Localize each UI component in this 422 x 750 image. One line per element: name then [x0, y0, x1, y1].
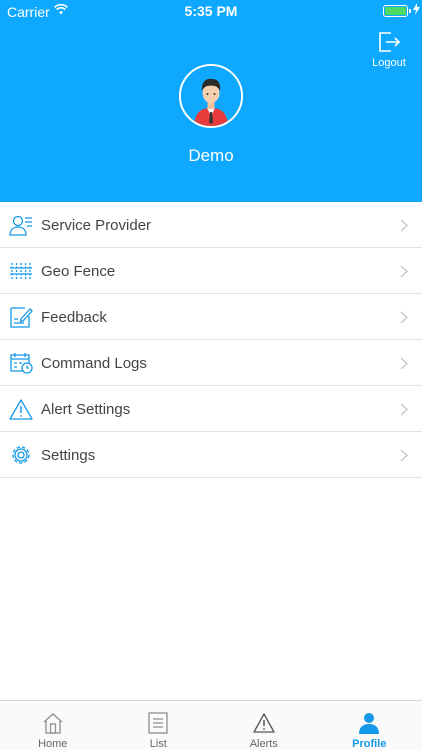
chevron-right-icon [400, 265, 408, 278]
battery-tip [409, 9, 411, 13]
menu-item-feedback[interactable]: Feedback [0, 294, 422, 340]
logout-icon [379, 32, 401, 52]
menu-item-label: Settings [41, 447, 96, 464]
clock: 5:35 PM [184, 3, 238, 19]
tab-list[interactable]: List [106, 701, 212, 750]
user-avatar-icon [181, 66, 241, 126]
menu-item-service-provider[interactable]: Service Provider [0, 202, 422, 248]
menu-item-label: Command Logs [41, 355, 147, 372]
username: Demo [188, 146, 234, 165]
home-icon [43, 713, 63, 734]
chevron-right-icon [400, 311, 408, 324]
settings-gear-icon [12, 446, 30, 464]
menu-item-label: Service Provider [41, 217, 152, 234]
status-bar: Carrier 5:35 PM [0, 0, 422, 22]
tab-profile[interactable]: Profile [317, 701, 422, 750]
menu-item-settings[interactable]: Settings [0, 432, 422, 478]
chevron-right-icon [400, 449, 408, 462]
tab-home[interactable]: Home [0, 701, 106, 750]
logout-label: Logout [372, 57, 406, 69]
alert-settings-icon [9, 399, 33, 420]
tab-alerts[interactable]: Alerts [211, 701, 317, 750]
feedback-icon [10, 307, 33, 328]
profile-header: Carrier 5:35 PM Logout Demo [0, 0, 422, 202]
charging-bolt-icon [413, 3, 420, 15]
menu-item-label: Feedback [41, 309, 107, 326]
command-logs-icon [10, 353, 33, 374]
menu-item-command-logs[interactable]: Command Logs [0, 340, 422, 386]
chevron-right-icon [400, 219, 408, 232]
profile-icon [359, 713, 380, 734]
service-provider-icon [9, 215, 32, 236]
menu-item-alert-settings[interactable]: Alert Settings [0, 386, 422, 432]
tab-label: Home [38, 738, 68, 750]
menu-item-label: Geo Fence [41, 263, 116, 280]
list-icon [148, 712, 168, 734]
logout-button[interactable]: Logout [366, 30, 412, 72]
geo-fence-icon [10, 263, 32, 279]
profile-menu: Service Provider Geo Fence Feedback Comm… [0, 202, 422, 478]
tab-label: List [149, 738, 167, 750]
battery-icon [383, 5, 408, 17]
tab-label: Profile [352, 738, 387, 750]
alerts-icon [253, 713, 275, 733]
menu-item-geo-fence[interactable]: Geo Fence [0, 248, 422, 294]
tab-bar: Home List Alerts Profile [0, 700, 422, 750]
menu-item-label: Alert Settings [41, 401, 131, 418]
chevron-right-icon [400, 403, 408, 416]
avatar[interactable] [179, 64, 243, 128]
chevron-right-icon [400, 357, 408, 370]
tab-label: Alerts [249, 738, 278, 750]
